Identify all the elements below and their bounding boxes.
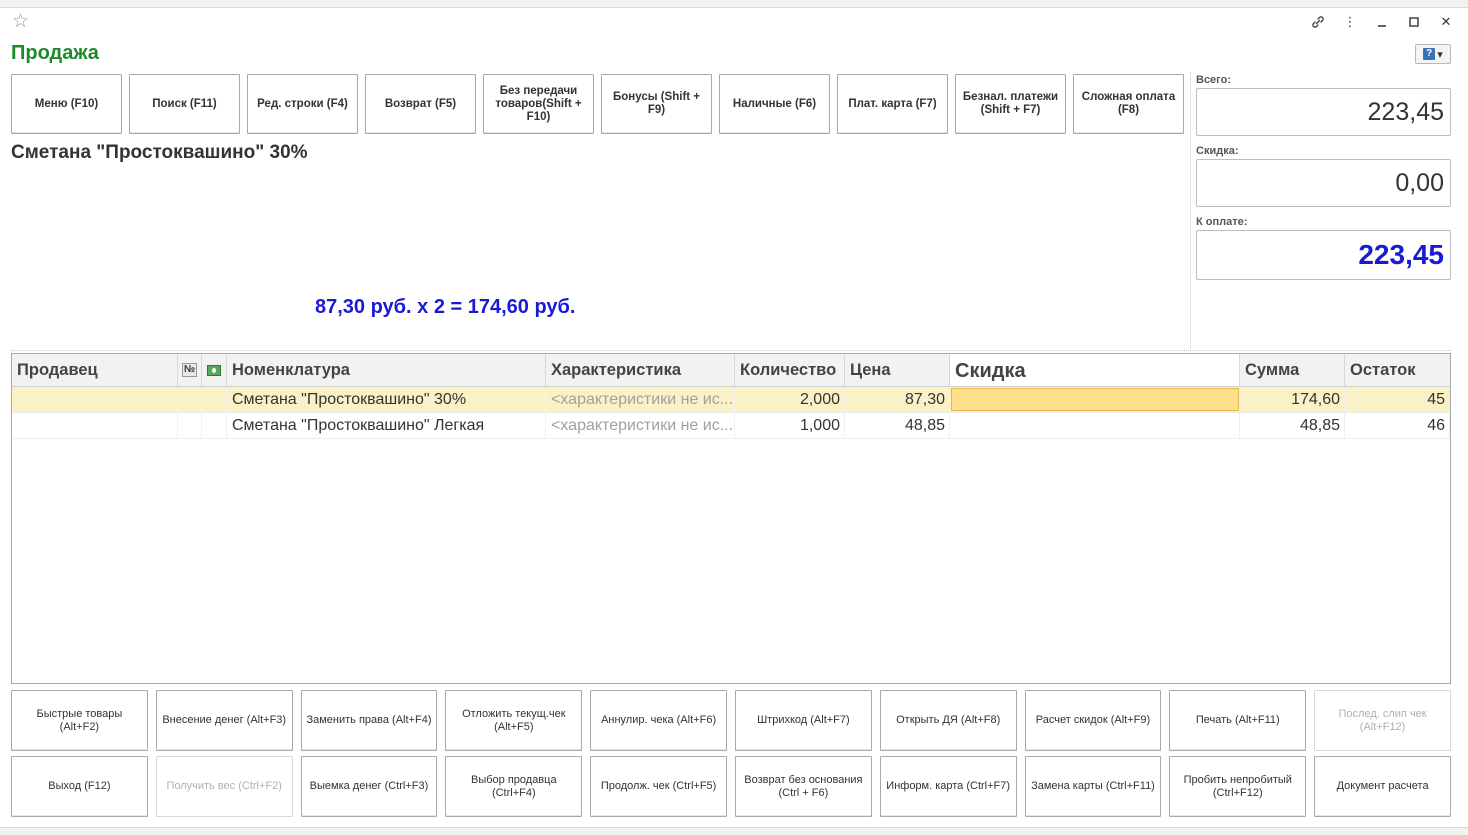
help-icon: ?	[1423, 48, 1436, 60]
close-icon[interactable]: ✕	[1438, 14, 1454, 30]
col-quantity[interactable]: Количество	[735, 354, 845, 386]
table-header: Продавец № Номенклатура Характеристика К…	[12, 354, 1450, 387]
col-stock[interactable]: Остаток	[1345, 354, 1450, 386]
totals-panel: Всего: 223,45 Скидка: 0,00 К оплате: 223…	[1196, 72, 1451, 280]
more-icon[interactable]: ⋮	[1342, 14, 1358, 30]
discount-label: Скидка:	[1196, 145, 1239, 157]
sale-items-table[interactable]: Продавец № Номенклатура Характеристика К…	[11, 353, 1451, 684]
bonuses-button[interactable]: Бонусы (Shift + F9)	[601, 74, 712, 134]
money-icon	[207, 364, 221, 376]
to-pay-label: К оплате:	[1196, 216, 1248, 228]
cancel-receipt-button[interactable]: Аннулир. чека (Alt+F6)	[590, 690, 727, 751]
last-slip-button[interactable]: Послед. слип чек (Alt+F12)	[1314, 690, 1451, 751]
status-bar	[0, 827, 1468, 835]
discount-value: 0,00	[1196, 159, 1451, 207]
select-seller-button[interactable]: Выбор продавца (Ctrl+F4)	[445, 756, 583, 817]
total-label: Всего:	[1196, 74, 1231, 86]
cell-stock[interactable]: 46	[1345, 413, 1450, 438]
cell-sum[interactable]: 174,60	[1240, 387, 1345, 412]
col-discount[interactable]: Скидка	[950, 354, 1240, 386]
edit-row-button[interactable]: Ред. строки (F4)	[247, 74, 358, 134]
cell-price[interactable]: 87,30	[845, 387, 950, 412]
cell-money[interactable]	[202, 413, 227, 438]
open-drawer-button[interactable]: Открыть ДЯ (Alt+F8)	[879, 690, 1017, 751]
table-row[interactable]: Сметана "Простоквашино" Легкая <характер…	[12, 413, 1450, 439]
cash-button[interactable]: Наличные (F6)	[719, 74, 830, 134]
to-pay-value: 223,45	[1196, 230, 1451, 280]
col-characteristic[interactable]: Характеристика	[546, 354, 735, 386]
search-button[interactable]: Поиск (F11)	[129, 74, 240, 134]
exit-button[interactable]: Выход (F12)	[11, 756, 148, 817]
cell-price[interactable]: 48,85	[845, 413, 950, 438]
get-weight-button[interactable]: Получить вес (Ctrl+F2)	[155, 756, 293, 817]
cell-quantity[interactable]: 1,000	[735, 413, 845, 438]
cash-in-button[interactable]: Внесение денег (Alt+F3)	[155, 690, 293, 751]
return-button[interactable]: Возврат (F5)	[365, 74, 476, 134]
quick-items-button[interactable]: Быстрые товары (Alt+F2)	[11, 690, 148, 751]
cell-quantity[interactable]: 2,000	[735, 387, 845, 412]
cell-item[interactable]: Сметана "Простоквашино" Легкая	[227, 413, 546, 438]
cell-seller[interactable]	[12, 413, 178, 438]
col-money[interactable]	[202, 354, 227, 386]
number-icon: №	[181, 363, 198, 377]
col-sum[interactable]: Сумма	[1240, 354, 1345, 386]
bottom-action-panel: Быстрые товары (Alt+F2) Внесение денег (…	[11, 690, 1451, 822]
window-bar: ☆ ⋮ ✕	[0, 8, 1468, 38]
postpone-receipt-button[interactable]: Отложить текущ.чек (Alt+F5)	[445, 690, 583, 751]
cell-characteristic[interactable]: <характеристики не ис...	[546, 387, 735, 412]
menu-button[interactable]: Меню (F10)	[11, 74, 122, 134]
continue-receipt-button[interactable]: Продолж. чек (Ctrl+F5)	[590, 756, 727, 817]
barcode-button[interactable]: Штрихкод (Alt+F7)	[734, 690, 872, 751]
price-calculation: 87,30 руб. x 2 = 174,60 руб.	[315, 296, 576, 318]
cell-number[interactable]	[178, 413, 202, 438]
print-button[interactable]: Печать (Alt+F11)	[1169, 690, 1307, 751]
cell-seller[interactable]	[12, 387, 178, 412]
col-seller[interactable]: Продавец	[12, 354, 178, 386]
page-title: Продажа	[11, 42, 99, 64]
cashless-payments-button[interactable]: Безнал. платежи (Shift + F7)	[955, 74, 1066, 134]
card-payment-button[interactable]: Плат. карта (F7)	[837, 74, 948, 134]
section-divider	[11, 350, 1451, 351]
help-button[interactable]: ? ▾	[1415, 44, 1451, 64]
complex-payment-button[interactable]: Сложная оплата (F8)	[1073, 74, 1184, 134]
print-unprinted-button[interactable]: Пробить непробитый (Ctrl+F12)	[1169, 756, 1307, 817]
cell-money[interactable]	[202, 387, 227, 412]
cell-item[interactable]: Сметана "Простоквашино" 30%	[227, 387, 546, 412]
payment-document-button[interactable]: Документ расчета	[1314, 756, 1451, 817]
cell-number[interactable]	[178, 387, 202, 412]
chevron-down-icon: ▾	[1437, 48, 1443, 61]
minimize-icon[interactable]	[1374, 14, 1390, 30]
action-row-2: Выход (F12) Получить вес (Ctrl+F2) Выемк…	[11, 756, 1451, 817]
maximize-icon[interactable]	[1406, 14, 1422, 30]
panel-divider	[1190, 72, 1191, 348]
cell-stock[interactable]: 45	[1345, 387, 1450, 412]
col-number[interactable]: №	[178, 354, 202, 386]
col-price[interactable]: Цена	[845, 354, 950, 386]
info-card-button[interactable]: Информ. карта (Ctrl+F7)	[879, 756, 1017, 817]
col-item[interactable]: Номенклатура	[227, 354, 546, 386]
link-icon[interactable]	[1310, 14, 1326, 30]
return-without-basis-button[interactable]: Возврат без основания (Ctrl + F6)	[734, 756, 872, 817]
current-product-name: Сметана "Простоквашино" 30%	[11, 142, 308, 163]
star-icon[interactable]: ☆	[12, 12, 29, 32]
cell-sum[interactable]: 48,85	[1240, 413, 1345, 438]
top-tab-strip	[0, 0, 1468, 8]
cell-characteristic[interactable]: <характеристики не ис...	[546, 413, 735, 438]
total-value: 223,45	[1196, 88, 1451, 136]
function-key-toolbar: Меню (F10) Поиск (F11) Ред. строки (F4) …	[11, 74, 1191, 134]
table-row[interactable]: Сметана "Простоквашино" 30% <характерист…	[12, 387, 1450, 413]
action-row-1: Быстрые товары (Alt+F2) Внесение денег (…	[11, 690, 1451, 751]
window-controls: ⋮ ✕	[1310, 14, 1454, 30]
cash-out-button[interactable]: Выемка денег (Ctrl+F3)	[300, 756, 438, 817]
cell-discount[interactable]	[950, 413, 1240, 438]
calc-discounts-button[interactable]: Расчет скидок (Alt+F9)	[1024, 690, 1162, 751]
replace-card-button[interactable]: Замена карты (Ctrl+F11)	[1024, 756, 1162, 817]
no-transfer-button[interactable]: Без передачи товаров(Shift + F10)	[483, 74, 594, 134]
cell-discount[interactable]	[951, 388, 1239, 411]
change-rights-button[interactable]: Заменить права (Alt+F4)	[300, 690, 438, 751]
